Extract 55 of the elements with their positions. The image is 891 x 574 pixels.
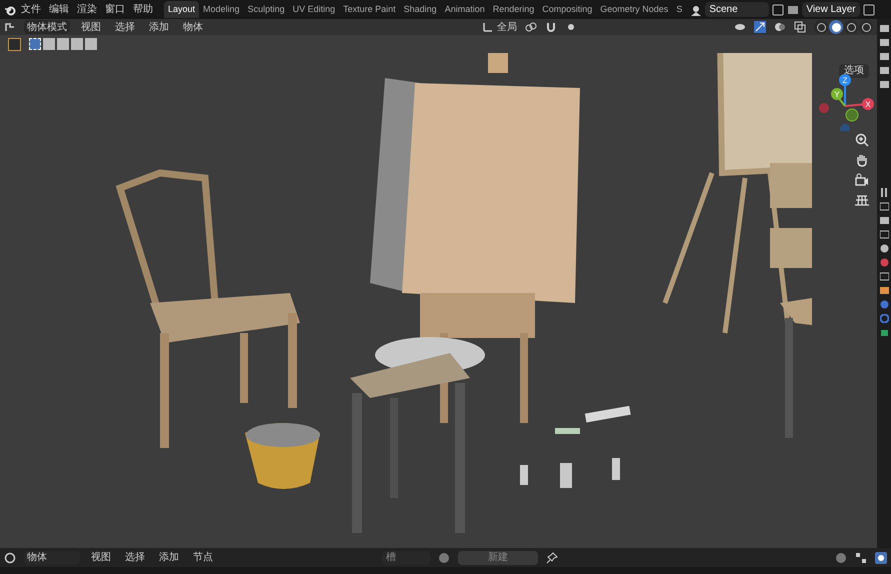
menu-item[interactable]: 选择 <box>122 550 148 565</box>
axis-label: X <box>865 100 871 109</box>
mode-dropdown[interactable]: 物体模式 <box>24 20 70 34</box>
overlay-icon[interactable] <box>774 21 786 33</box>
xray-icon[interactable] <box>794 21 806 33</box>
workspace-tab[interactable]: Animation <box>440 1 489 18</box>
workspace-tab[interactable]: Modeling <box>199 1 244 18</box>
workspace-tab[interactable]: Sculpting <box>244 1 289 18</box>
copy-icon[interactable] <box>863 4 876 16</box>
workspace-tab[interactable]: Rendering <box>488 1 538 18</box>
axis-label: Z <box>842 76 848 85</box>
solid-shading-icon[interactable] <box>829 20 843 34</box>
workspace-tab[interactable]: Texture Paint <box>339 1 400 18</box>
workspace-tab[interactable]: Layout <box>164 1 200 18</box>
menu-item[interactable]: 添加 <box>156 550 182 565</box>
selection-mode-button[interactable] <box>29 38 41 50</box>
menu-item[interactable]: 文件 <box>18 2 44 17</box>
options-dropdown[interactable]: 选项 <box>839 64 869 78</box>
material-shading-icon[interactable] <box>844 20 858 34</box>
gizmo-toggle-icon[interactable] <box>754 21 766 33</box>
editor-type-icon[interactable] <box>4 21 16 33</box>
select-tool-button[interactable] <box>8 38 21 50</box>
workspace-tab[interactable]: S <box>672 1 686 18</box>
menu-item[interactable]: 渲染 <box>74 2 100 17</box>
axis-label: Y <box>834 90 840 99</box>
overlay-icon[interactable] <box>875 552 887 564</box>
pivot-icon[interactable] <box>525 21 537 33</box>
view-layer-field[interactable]: View Layer <box>802 2 860 17</box>
pin-icon[interactable] <box>546 552 558 564</box>
copy-icon[interactable] <box>772 4 784 16</box>
menu-item[interactable]: 窗口 <box>102 2 128 17</box>
editor-type-icon[interactable] <box>4 552 16 564</box>
zoom-icon[interactable] <box>855 133 869 147</box>
workspace-tab[interactable]: Geometry Nodes <box>596 1 672 18</box>
grid-icon[interactable] <box>855 193 869 207</box>
menu-item[interactable]: 节点 <box>190 550 216 565</box>
hand-icon[interactable] <box>855 153 869 167</box>
menu-item[interactable]: 编辑 <box>46 2 72 17</box>
workspace-tab[interactable]: UV Editing <box>288 1 340 18</box>
menu-item[interactable]: 选择 <box>112 20 138 34</box>
wireframe-shading-icon[interactable] <box>814 20 828 34</box>
blender-logo-icon[interactable] <box>4 4 16 16</box>
rendered-shading-icon[interactable] <box>859 20 873 34</box>
slot-dropdown[interactable]: 槽 <box>382 550 430 564</box>
menu-item[interactable]: 帮助 <box>130 2 156 17</box>
menu-item[interactable]: 添加 <box>146 20 172 34</box>
orientation-icon[interactable] <box>482 21 494 33</box>
object-dropdown[interactable]: 物体 <box>24 550 80 564</box>
menu-item[interactable]: 视图 <box>88 550 114 565</box>
scene-field[interactable]: Scene <box>705 2 770 17</box>
menu-item[interactable]: 物体 <box>180 20 206 34</box>
orientation-dropdown[interactable]: 全局 <box>497 20 517 34</box>
menu-item[interactable]: 视图 <box>78 20 104 34</box>
workspace-tab[interactable]: Compositing <box>538 1 596 18</box>
workspace-tab[interactable]: Shading <box>400 1 441 18</box>
